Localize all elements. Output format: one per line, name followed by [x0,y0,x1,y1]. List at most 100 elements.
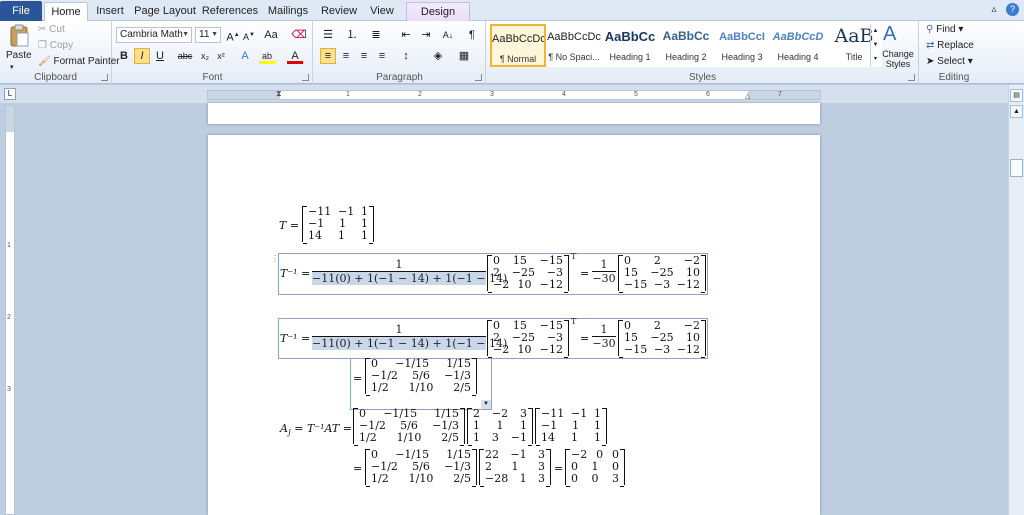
matrix-row: 1 3 −1 [468,432,532,444]
matrix-cell: 1/10 [408,381,434,394]
ruler-number: 1 [346,91,350,98]
tab-references[interactable]: References [200,2,260,21]
help-icon[interactable]: ? [1006,3,1019,16]
tab-mailings[interactable]: Mailings [264,2,312,21]
matrix-cell: 0 [571,472,578,485]
matrix-cell: 14 [308,229,322,242]
paragraph-launcher-icon[interactable] [475,74,482,81]
select-button[interactable]: ➤ Select ▾ [926,55,973,69]
font-group-label: Font [202,72,223,83]
ruler-number: 3 [490,91,494,98]
styles-launcher-icon[interactable] [908,74,915,81]
multilevel-list-icon[interactable]: ≣ [368,27,384,43]
bold-icon[interactable]: B [116,48,132,64]
tab-insert[interactable]: Insert [90,2,130,21]
vertical-ruler[interactable]: 1 2 3 [5,105,15,515]
vertical-scrollbar[interactable]: ▤ ▲ [1008,85,1024,515]
subscript-icon[interactable]: x₂ [197,48,213,64]
aj-symbol: A [280,422,288,435]
font-launcher-icon[interactable] [302,74,309,81]
pilcrow-icon[interactable]: ¶ [464,27,480,43]
bullets-icon[interactable]: ☰ [320,27,336,43]
italic-icon[interactable]: I [134,48,150,64]
highlight-icon[interactable]: ab [259,48,275,64]
numbering-icon[interactable]: ⒈ [344,27,360,43]
borders-icon[interactable]: ▦ [456,48,472,64]
right-indent-marker-icon[interactable]: △ [745,92,750,100]
style-heading-1[interactable]: AaBbCc Heading 1 [602,24,658,67]
style-no-spacing[interactable]: AaBbCcDc ¶ No Spaci... [546,24,602,67]
matrix-cell: 1 [519,472,527,485]
tab-view[interactable]: View [364,2,400,21]
paste-icon[interactable] [8,24,30,48]
matrix-cell: 1 [511,460,519,473]
format-painter-button[interactable]: 🖌 Format Painter [38,55,120,69]
clear-format-icon[interactable]: ⌫ [291,27,307,43]
shading-icon[interactable]: ◈ [430,48,446,64]
tab-selector-icon[interactable]: L [4,88,16,100]
text-effects-icon[interactable]: A [237,48,253,64]
binoculars-icon: ⚲ [926,24,934,35]
change-case-icon[interactable]: Aa [263,27,279,43]
increase-indent-icon[interactable]: ⇥ [418,27,434,43]
indent-marker-icon[interactable]: ⧗ [276,89,282,99]
horizontal-ruler-row: 1 2 3 4 5 6 7 ⧗ △ [0,85,1024,103]
tab-design[interactable]: Design [406,2,470,21]
matrix-row: −2 10 −12 [488,344,568,356]
minimize-ribbon-icon[interactable]: ▵ [988,4,1000,16]
underline-icon[interactable]: U [152,48,168,64]
inverse-factor-matrix: 0 −1/15 1/15 −1/2 5/6 −1/3 1/2 1/10 2/5 [365,449,477,487]
inverse-fraction: 1 −11(0) + 1(−1 − 14) + 1(−1 − 14) [312,323,507,350]
copy-button[interactable]: ❐ Copy [38,39,73,53]
matrix-cell: 14 [541,431,555,444]
ruler-number: 7 [778,91,782,98]
t-matrix: −11 −1 1 −1 1 1 14 1 1 [302,206,374,244]
scroll-thumb[interactable] [1010,159,1023,177]
style-heading-2[interactable]: AaBbCc Heading 2 [658,24,714,67]
shrink-font-icon[interactable]: A▼ [241,27,257,43]
ruler-number: 5 [634,91,638,98]
clipboard-launcher-icon[interactable] [101,74,108,81]
style-heading-4[interactable]: AaBbCcD Heading 4 [770,24,826,67]
equation-handle-icon[interactable]: ⋮ [271,254,279,263]
align-left-icon[interactable]: ≡ [320,48,336,64]
brush-icon: 🖌 [38,56,51,67]
align-right-icon[interactable]: ≡ [356,48,372,64]
strikethrough-icon[interactable]: abc [177,48,193,64]
decrease-indent-icon[interactable]: ⇤ [398,27,414,43]
tab-file[interactable]: File [0,1,42,21]
align-center-icon[interactable]: ≡ [338,48,354,64]
font-size-combo[interactable]: 11 ▼ [195,27,221,43]
style-heading-3[interactable]: AaBbCcI Heading 3 [714,24,770,67]
jordan-matrix: −2 0 0 010 003 [565,449,625,487]
style-preview: AaBbCcDc [547,31,601,43]
horizontal-ruler[interactable]: 1 2 3 4 5 6 7 ⧗ △ [207,89,821,100]
matrix-cell: 1 [361,229,368,242]
matrix-cell: 1/2 [371,381,389,394]
line-spacing-icon[interactable]: ↕ [398,48,414,64]
style-name: Heading 2 [665,52,707,62]
style-normal[interactable]: AaBbCcDc ¶ Normal [490,24,546,67]
change-styles-button[interactable]: Change Styles [879,49,917,69]
font-name-combo[interactable]: Cambria Math ▼ [116,27,192,43]
tab-page-layout[interactable]: Page Layout [134,2,196,21]
ruler-toggle-icon[interactable]: ▤ [1010,89,1023,102]
replace-button[interactable]: ⇄ Replace [926,39,974,53]
equals-sign: = [580,332,590,345]
font-color-icon[interactable]: A [287,48,303,64]
find-button[interactable]: ⚲ Find ▾ [926,23,963,37]
tab-review[interactable]: Review [318,2,360,21]
transpose-superscript: T [571,252,577,261]
font-name-value: Cambria Math [120,29,183,40]
scissors-icon: ✂ [38,24,47,35]
t-inverse-label: T⁻¹ = [280,267,311,280]
grow-font-icon[interactable]: A▲ [225,27,241,44]
document-page[interactable]: T = −11 −1 1 −1 1 1 14 1 1 ⋮ T⁻¹ = 1 −11(0) + … [208,135,820,515]
cut-button[interactable]: ✂ Cut [38,23,65,37]
tab-home[interactable]: Home [44,2,88,21]
justify-icon[interactable]: ≡ [374,48,390,64]
sort-icon[interactable]: A↓ [440,27,456,43]
superscript-icon[interactable]: x² [213,48,229,64]
change-styles-icon[interactable]: A [883,23,896,45]
scroll-up-icon[interactable]: ▲ [1010,105,1023,118]
